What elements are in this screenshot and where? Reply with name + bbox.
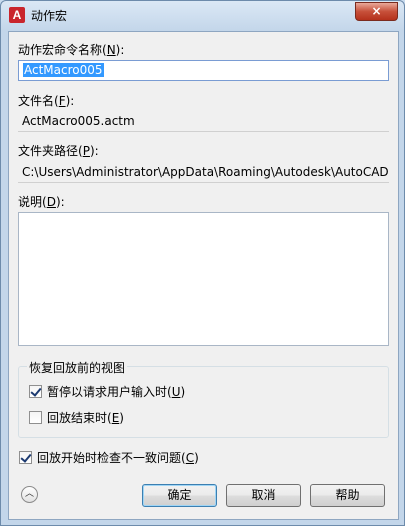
expand-collapse-icon[interactable]: ︿ (21, 486, 38, 503)
macro-name-input[interactable]: ActMacro005 (18, 60, 389, 81)
folder-path-field: C:\Users\Administrator\AppData\Roaming\A… (18, 162, 389, 183)
macro-name-label: 动作宏命令名称(N): (18, 43, 125, 57)
file-name-label: 文件名(F): (18, 94, 75, 108)
check-inconsistency-label: 回放开始时检查不一致问题(C) (37, 451, 199, 465)
window-title: 动作宏 (31, 9, 68, 23)
macro-name-value: ActMacro005 (23, 63, 104, 77)
ok-button[interactable]: 确定 (142, 484, 217, 507)
playback-end-checkbox[interactable] (29, 411, 42, 424)
description-textarea[interactable] (18, 212, 389, 346)
pause-for-input-checkbox[interactable] (29, 385, 42, 398)
check-inconsistency-checkbox[interactable] (19, 451, 32, 464)
pause-for-input-label: 暂停以请求用户输入时(U) (47, 385, 186, 399)
dialog-window: A 动作宏 × 动作宏命令名称(N): ActMacro005 文件名(F): … (0, 0, 405, 526)
folder-path-label: 文件夹路径(P): (18, 144, 99, 158)
close-button[interactable]: × (355, 2, 398, 21)
dialog-client-area: 动作宏命令名称(N): ActMacro005 文件名(F): ActMacro… (8, 31, 399, 520)
playback-end-option[interactable]: 回放结束时(E) (29, 409, 124, 426)
restore-view-group-title: 恢复回放前的视图 (27, 359, 128, 376)
playback-end-label: 回放结束时(E) (47, 411, 124, 425)
pause-for-input-option[interactable]: 暂停以请求用户输入时(U) (29, 383, 185, 400)
autocad-app-icon: A (9, 7, 25, 23)
cancel-button[interactable]: 取消 (226, 484, 301, 507)
title-bar[interactable]: A 动作宏 × (1, 1, 404, 30)
help-button[interactable]: 帮助 (310, 484, 385, 507)
check-inconsistency-option[interactable]: 回放开始时检查不一致问题(C) (19, 449, 199, 466)
file-name-field: ActMacro005.actm (18, 111, 389, 132)
restore-view-group: 恢复回放前的视图 暂停以请求用户输入时(U) 回放结束时(E) (18, 359, 389, 438)
description-label: 说明(D): (18, 195, 65, 209)
